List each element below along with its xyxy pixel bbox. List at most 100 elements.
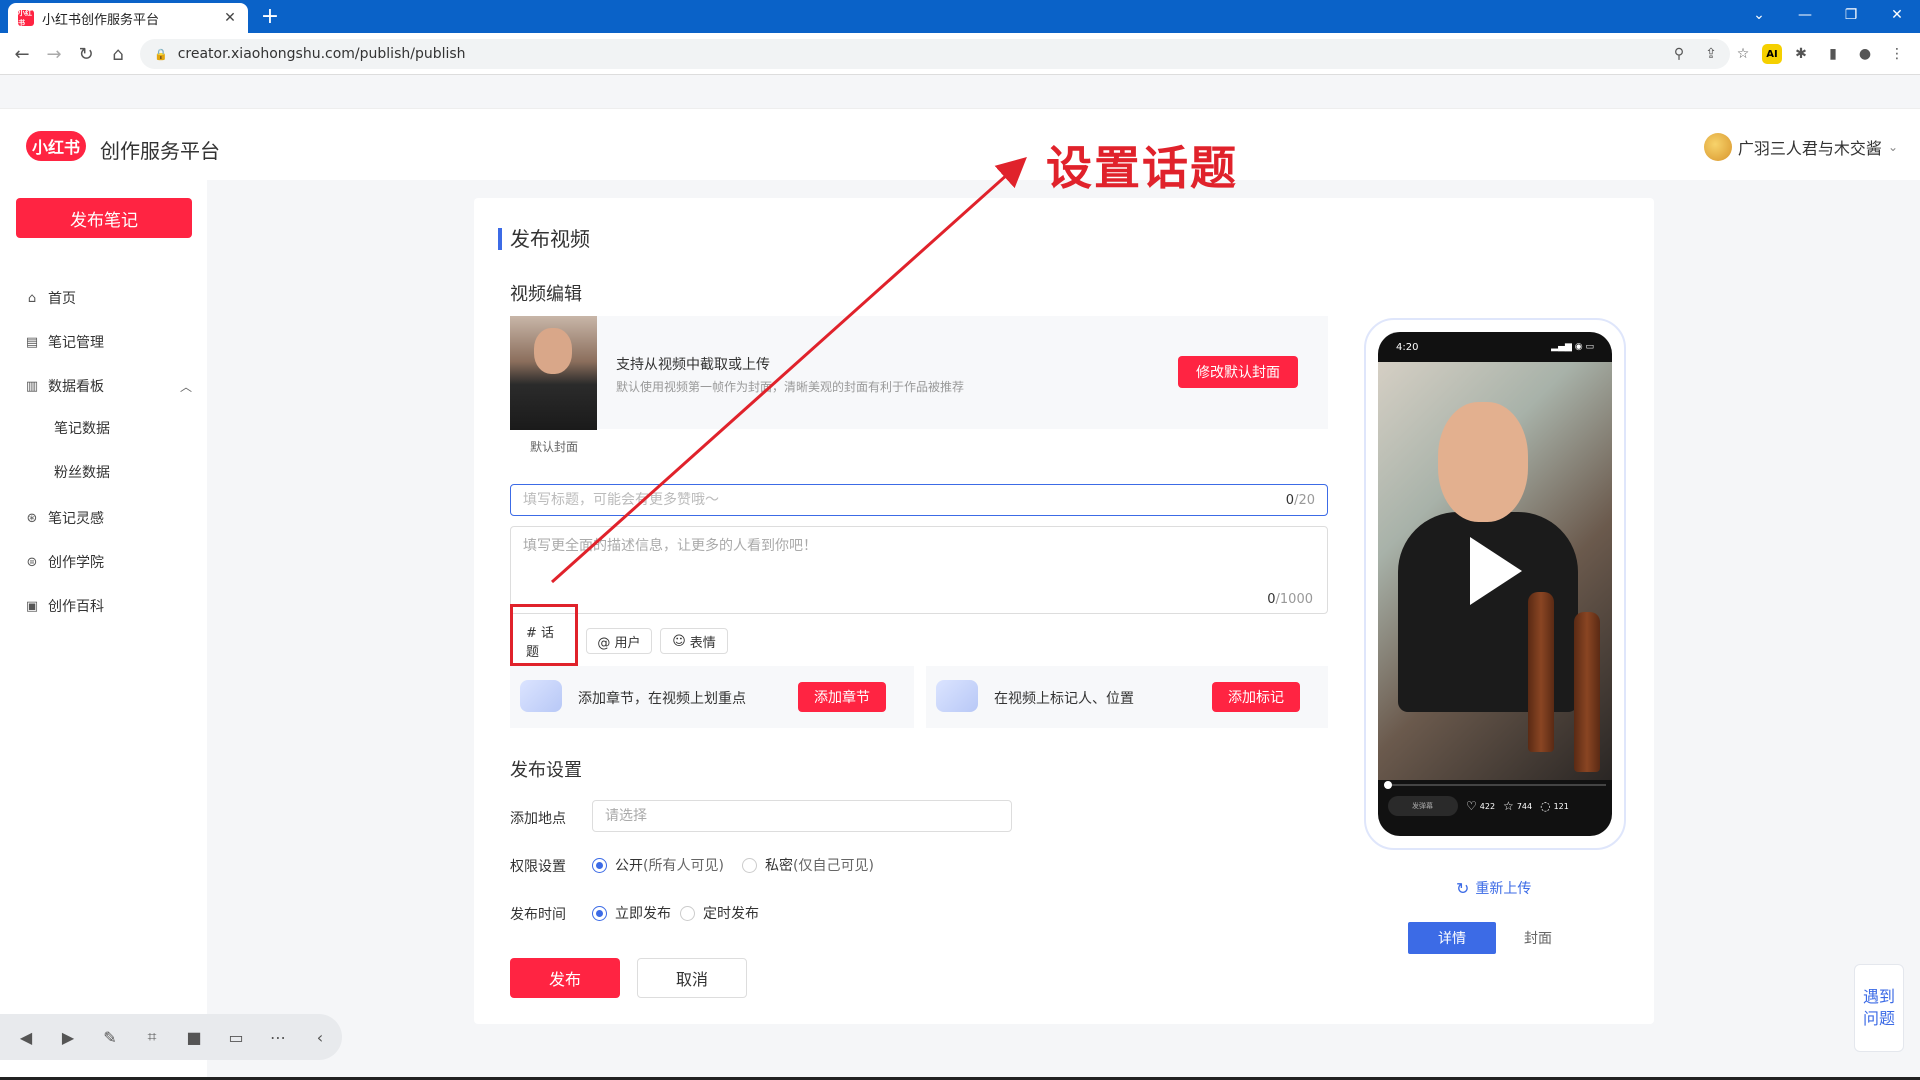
stars-stat: ☆ 744 xyxy=(1503,799,1532,813)
extension-ai-icon[interactable]: AI xyxy=(1762,44,1782,64)
window-controls: ⌄ — ❐ ✕ xyxy=(1736,0,1920,30)
prev-icon[interactable]: ◀ xyxy=(12,1023,40,1051)
restore-icon[interactable]: ❐ xyxy=(1828,0,1874,30)
user-menu[interactable]: 广羽三人君与木交酱 ⌄ xyxy=(1703,133,1898,161)
cover-thumbnail[interactable] xyxy=(510,316,597,430)
sidebar-item-label: 笔记灵感 xyxy=(48,511,104,527)
wiki-icon: ▣ xyxy=(25,598,39,614)
minimize-icon[interactable]: — xyxy=(1782,0,1828,30)
extensions-puzzle-icon[interactable]: ✱ xyxy=(1788,41,1814,67)
permission-private-radio[interactable]: 私密 (仅自己可见) xyxy=(742,855,874,875)
platform-name: 创作服务平台 xyxy=(100,139,220,163)
bottle-shape xyxy=(1574,612,1600,772)
public-sublabel: (所有人可见) xyxy=(643,858,724,874)
avatar xyxy=(1703,133,1732,161)
browser-menu-icon[interactable]: ⋮ xyxy=(1884,41,1910,67)
video-preview[interactable] xyxy=(1378,362,1612,780)
academy-icon: ⊜ xyxy=(26,554,38,570)
cover-hint: 支持从视频中截取或上传 xyxy=(616,357,770,373)
help-button[interactable]: 遇到问题 xyxy=(1854,964,1904,1052)
reload-icon[interactable]: ↻ xyxy=(72,40,100,68)
marker-panel: 在视频上标记人、位置 添加标记 xyxy=(926,666,1328,728)
sidebar: 发布笔记 ⌂ 首页 ▤ 笔记管理 ▥ 数据看板 ︿ 笔记数据 粉丝数据 ⊛ 笔记… xyxy=(0,180,207,1080)
home-browser-icon[interactable]: ⌂ xyxy=(104,40,132,68)
permission-public-radio[interactable]: 公开 (所有人可见) xyxy=(592,855,724,875)
pen-icon[interactable]: ✎ xyxy=(96,1023,124,1051)
more-icon[interactable]: ⋯ xyxy=(264,1023,292,1051)
publish-now-label: 立即发布 xyxy=(615,906,671,922)
chevron-down-icon: ⌄ xyxy=(1887,140,1898,154)
share-icon[interactable]: ⇪ xyxy=(1698,41,1724,67)
sidebar-item-label: 数据看板 xyxy=(48,379,104,395)
url-bar[interactable]: 🔒 creator.xiaohongshu.com/publish/publis… xyxy=(140,39,1730,69)
bottle-shape xyxy=(1528,592,1554,752)
video-camera-icon[interactable]: ■ xyxy=(180,1023,208,1051)
profile-icon[interactable]: ● xyxy=(1852,41,1878,67)
title-field: 0/20 xyxy=(510,484,1328,516)
sidebar-item-wiki[interactable]: ▣ 创作百科 xyxy=(24,594,192,618)
tab-close-icon[interactable]: ✕ xyxy=(222,10,238,26)
location-select[interactable] xyxy=(605,808,999,824)
browser-tab-bar: 小红书 小红书创作服务平台 ✕ + ⌄ — ❐ ✕ xyxy=(0,0,1920,33)
sidebar-item-inspiration[interactable]: ⊛ 笔记灵感 xyxy=(24,506,192,530)
reupload-button[interactable]: ↻ 重新上传 xyxy=(1456,878,1531,898)
sidebar-item-note-management[interactable]: ▤ 笔记管理 xyxy=(24,330,192,354)
new-tab-button[interactable]: + xyxy=(258,4,282,30)
publish-button[interactable]: 发布 xyxy=(510,958,620,998)
publish-note-button[interactable]: 发布笔记 xyxy=(16,198,192,238)
phone-status-time: 4:20 xyxy=(1396,342,1419,353)
sidepanel-icon[interactable]: ▮ xyxy=(1820,41,1846,67)
comments-stat: ◌ 121 xyxy=(1540,799,1569,813)
play-icon[interactable] xyxy=(1470,537,1522,605)
sidebar-item-note-data[interactable]: 笔记数据 xyxy=(54,418,110,438)
cancel-button[interactable]: 取消 xyxy=(637,958,747,998)
back-icon[interactable]: ← xyxy=(8,40,36,68)
add-chapter-button[interactable]: 添加章节 xyxy=(798,682,886,712)
xiaohongshu-logo[interactable]: 小红书 xyxy=(26,131,86,161)
publish-scheduled-label: 定时发布 xyxy=(703,906,759,922)
sidebar-item-label: 首页 xyxy=(48,291,76,307)
tab-detail[interactable]: 详情 xyxy=(1408,922,1496,954)
screenshot-icon[interactable]: ⌗ xyxy=(138,1023,166,1051)
danmaku-input: 发弹幕 xyxy=(1388,796,1458,816)
close-window-icon[interactable]: ✕ xyxy=(1874,0,1920,30)
next-icon[interactable]: ▶ xyxy=(54,1023,82,1051)
tab-cover[interactable]: 封面 xyxy=(1524,928,1552,948)
publish-settings-title: 发布设置 xyxy=(510,760,582,781)
mention-user-button[interactable]: @ 用户 xyxy=(586,628,652,654)
marker-icon xyxy=(936,680,978,712)
bookmark-star-icon[interactable]: ☆ xyxy=(1730,41,1756,67)
private-label: 私密 xyxy=(765,858,793,874)
description-input[interactable] xyxy=(523,535,1313,581)
private-sublabel: (仅自己可见) xyxy=(793,858,874,874)
sidebar-item-academy[interactable]: ⊜ 创作学院 xyxy=(24,550,192,574)
browser-tab[interactable]: 小红书 小红书创作服务平台 ✕ xyxy=(8,3,248,33)
page-title: 发布视频 xyxy=(498,228,590,250)
sidebar-item-dashboard[interactable]: ▥ 数据看板 ︿ xyxy=(24,374,192,398)
sidebar-item-fan-data[interactable]: 粉丝数据 xyxy=(54,462,110,482)
username: 广羽三人君与木交酱 xyxy=(1737,139,1882,158)
location-field xyxy=(592,800,1012,832)
sidebar-item-home[interactable]: ⌂ 首页 xyxy=(24,286,192,310)
inspiration-icon: ⊛ xyxy=(26,510,38,526)
publish-scheduled-radio[interactable]: 定时发布 xyxy=(680,903,759,923)
tab-search-icon[interactable]: ⌄ xyxy=(1736,0,1782,30)
video-progress-bar[interactable] xyxy=(1384,781,1606,789)
title-input[interactable] xyxy=(523,492,1286,508)
address-bar-row: ← → ↻ ⌂ 🔒 creator.xiaohongshu.com/publis… xyxy=(0,33,1920,75)
emoji-button[interactable]: ☺ 表情 xyxy=(660,628,728,654)
edit-cover-button[interactable]: 修改默认封面 xyxy=(1178,356,1298,388)
collapse-icon[interactable]: ‹ xyxy=(306,1023,334,1051)
radio-unchecked-icon xyxy=(742,857,757,873)
forward-icon[interactable]: → xyxy=(40,40,68,68)
home-icon: ⌂ xyxy=(27,290,37,306)
location-pin-icon[interactable]: ⚲ xyxy=(1666,41,1692,67)
smile-icon: ☺ xyxy=(672,633,686,649)
cover-face-shape xyxy=(534,328,572,374)
add-marker-button[interactable]: 添加标记 xyxy=(1212,682,1300,712)
tab-title: 小红书创作服务平台 xyxy=(42,12,160,28)
chevron-up-icon: ︿ xyxy=(179,379,192,394)
message-icon[interactable]: ▭ xyxy=(222,1023,250,1051)
video-edit-title: 视频编辑 xyxy=(510,284,582,305)
publish-now-radio[interactable]: 立即发布 xyxy=(592,903,671,923)
